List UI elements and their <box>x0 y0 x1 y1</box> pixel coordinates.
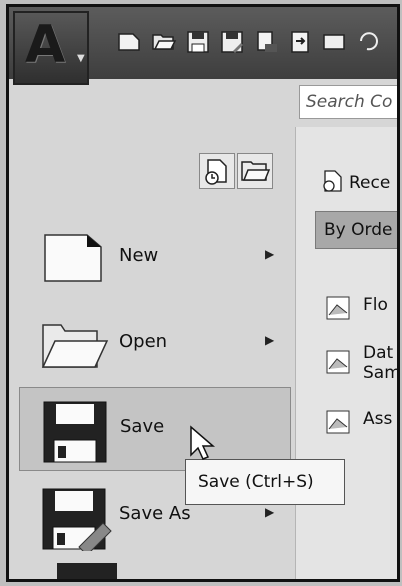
recent-documents-header: Rece <box>321 169 390 193</box>
drawing-file-icon <box>326 350 350 374</box>
save-tooltip: Save (Ctrl+S) <box>185 459 345 505</box>
chevron-down-icon: ▼ <box>77 53 85 64</box>
open-folder-icon <box>41 324 109 368</box>
autocad-logo-icon: A <box>25 15 66 75</box>
save-disk-icon <box>43 401 107 463</box>
menu-item-new[interactable]: New ▶ <box>19 217 291 301</box>
qplot2-icon[interactable] <box>321 29 347 55</box>
qsave-icon[interactable] <box>185 29 211 55</box>
recent-file-item[interactable]: Flo <box>325 295 397 325</box>
order-by-dropdown[interactable]: By Orde <box>315 211 397 249</box>
drawing-file-icon <box>326 296 350 320</box>
recent-documents-icon <box>323 170 342 192</box>
search-input[interactable]: Search Co <box>299 85 397 119</box>
qplot-icon[interactable] <box>253 29 279 55</box>
menu-item-label: Open <box>119 331 168 352</box>
qsave-as-icon[interactable] <box>219 29 245 55</box>
recent-file-item[interactable]: Dat Sam <box>325 343 397 383</box>
recent-documents-icon <box>205 159 227 185</box>
menu-item-open[interactable]: Open ▶ <box>19 303 291 387</box>
new-document-icon <box>44 234 102 282</box>
qundo-icon[interactable] <box>355 29 381 55</box>
application-menu-button[interactable]: A ▼ <box>13 11 89 85</box>
qexport-icon[interactable] <box>287 29 313 55</box>
menu-item-label: Save As <box>119 503 191 524</box>
recent-file-item[interactable]: Ass <box>325 409 397 439</box>
submenu-arrow-icon: ▶ <box>265 333 275 347</box>
submenu-arrow-icon: ▶ <box>265 247 275 261</box>
menu-item-label: Save <box>120 416 165 437</box>
qnew-icon[interactable] <box>117 29 143 55</box>
application-menu-window: A ▼ Search Co New ▶ Open ▶ Save Save As … <box>6 4 400 582</box>
open-documents-icon <box>241 161 271 181</box>
menu-item-partial-icon <box>57 563 117 579</box>
menu-item-label: New <box>119 245 159 266</box>
drawing-file-icon <box>326 410 350 434</box>
qopen-icon[interactable] <box>151 29 177 55</box>
submenu-arrow-icon: ▶ <box>265 505 275 519</box>
open-documents-button[interactable] <box>237 153 273 189</box>
mouse-pointer-icon <box>190 425 216 460</box>
recent-documents-button[interactable] <box>199 153 235 189</box>
save-as-disk-icon <box>42 488 112 551</box>
